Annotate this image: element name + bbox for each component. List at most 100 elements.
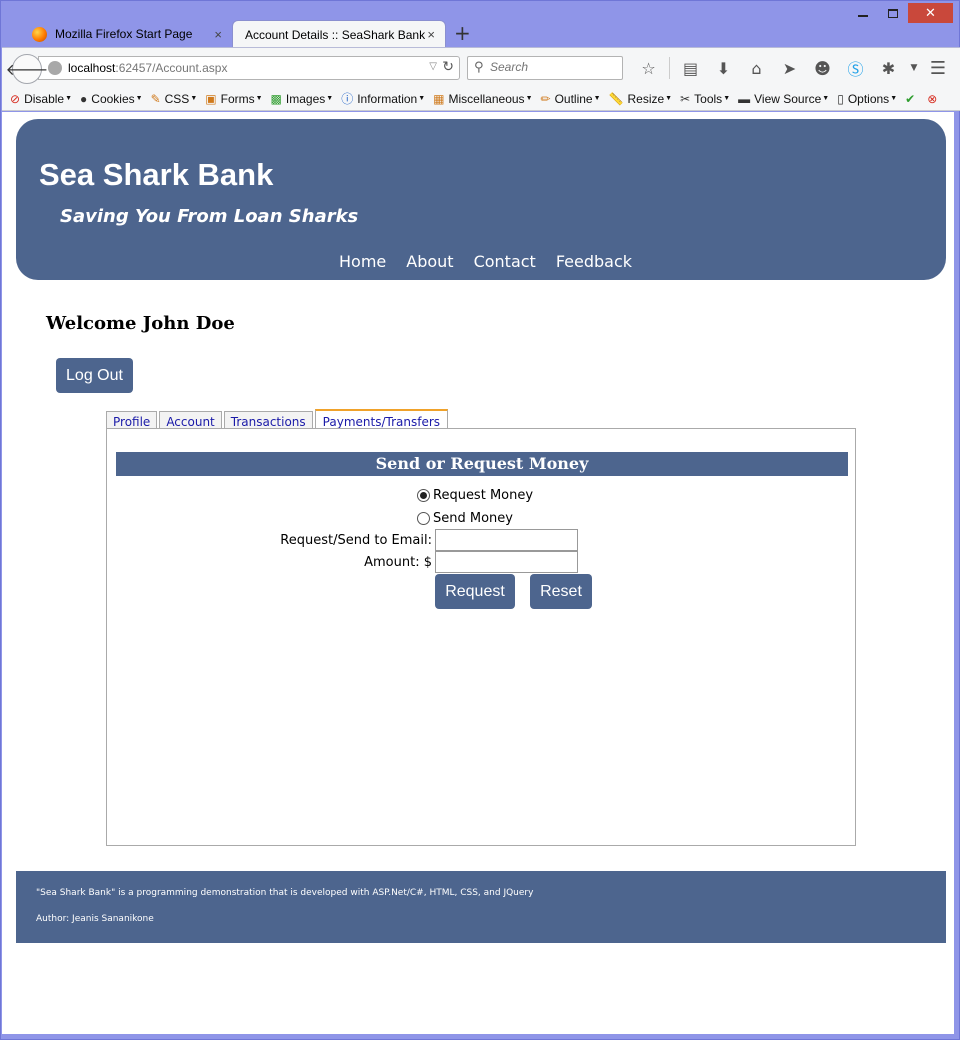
caret-icon: ▼ xyxy=(255,95,263,102)
caret-icon: ▼ xyxy=(326,95,334,102)
dev-label: Cookies xyxy=(91,91,135,106)
url-dropdown-icon[interactable]: ▽ xyxy=(429,61,437,72)
dev-miscellaneous[interactable]: ▦ Miscellaneous ▼ xyxy=(433,92,532,106)
site-nav: Home About Contact Feedback xyxy=(339,252,652,271)
dev-disable[interactable]: ⊘ Disable ▼ xyxy=(10,92,72,106)
nav-contact[interactable]: Contact xyxy=(474,252,536,271)
new-tab-button[interactable]: + xyxy=(454,22,471,44)
footer-author: Author: Jeanis Sananikone xyxy=(36,914,154,924)
tab-firefox-start[interactable]: Mozilla Firefox Start Page × xyxy=(20,20,232,48)
footer-description: "Sea Shark Bank" is a programming demons… xyxy=(36,888,534,898)
dev-forms[interactable]: ▣ Forms ▼ xyxy=(205,92,262,106)
errors-icon[interactable]: ⊗ xyxy=(927,92,941,106)
toolbar-icons: ☆ ▤ ⬇ ⌂ ➤ ☻ Ⓢ ✱ ▼ xyxy=(632,56,923,80)
hello-chat-icon[interactable]: ☻ xyxy=(806,59,839,78)
back-button[interactable]: 🡐 xyxy=(6,54,48,84)
send-request-heading: Send or Request Money xyxy=(116,452,848,476)
check-icon: ✔ xyxy=(905,91,916,106)
send-icon[interactable]: ➤ xyxy=(773,59,806,78)
dev-options[interactable]: ▯ Options ▼ xyxy=(837,92,897,106)
firefox-icon xyxy=(32,26,47,42)
site-tagline: Saving You From Loan Sharks xyxy=(60,206,359,227)
dev-label: Options xyxy=(847,91,890,106)
amount-field[interactable] xyxy=(435,551,578,573)
bookmark-star-icon[interactable]: ☆ xyxy=(632,59,665,78)
caret-icon: ▼ xyxy=(135,95,143,102)
overflow-dropdown-icon[interactable]: ▼ xyxy=(905,63,923,73)
caret-icon: ▼ xyxy=(890,95,898,102)
close-tab-icon[interactable]: × xyxy=(214,27,222,42)
browser-window: ✕ Mozilla Firefox Start Page × Account D… xyxy=(0,0,960,1040)
dev-view-source[interactable]: ▬ View Source ▼ xyxy=(738,92,829,106)
dev-outline[interactable]: ✏ Outline ▼ xyxy=(541,92,601,106)
caret-icon: ▼ xyxy=(190,95,198,102)
nav-about[interactable]: About xyxy=(406,252,453,271)
site-title: Sea Shark Bank xyxy=(39,157,274,192)
search-bar[interactable]: ⚲ xyxy=(467,56,623,80)
forms-clipboard-icon: ▣ xyxy=(205,91,217,106)
email-label: Request/Send to Email: xyxy=(280,533,432,548)
options-icon: ▯ xyxy=(837,91,844,106)
request-money-label: Request Money xyxy=(433,488,534,503)
caret-icon: ▼ xyxy=(665,95,673,102)
dev-css[interactable]: ✎ CSS ▼ xyxy=(151,92,198,106)
site-footer: "Sea Shark Bank" is a programming demons… xyxy=(16,871,946,943)
dev-information[interactable]: ⓘ Information ▼ xyxy=(341,90,425,107)
cookies-icon: ● xyxy=(80,91,88,106)
email-field[interactable] xyxy=(435,529,578,551)
url-bar[interactable]: localhost:62457/Account.aspx ▽ ↻ xyxy=(38,56,460,80)
search-input[interactable] xyxy=(490,60,618,74)
dev-label: Outline xyxy=(554,91,593,106)
toolbar-separator xyxy=(669,57,670,79)
dev-resize[interactable]: 📏 Resize ▼ xyxy=(609,92,673,106)
dev-label: Miscellaneous xyxy=(448,91,525,106)
request-money-option[interactable]: Request Money xyxy=(417,488,533,503)
error-icon: ⊗ xyxy=(927,91,938,106)
skype-icon[interactable]: Ⓢ xyxy=(839,56,872,80)
view-source-icon: ▬ xyxy=(738,91,751,106)
disable-icon: ⊘ xyxy=(10,91,21,106)
hamburger-menu-icon[interactable]: ☰ xyxy=(930,58,946,79)
bookmarks-list-icon[interactable]: ▤ xyxy=(674,59,707,78)
download-icon[interactable]: ⬇ xyxy=(707,59,740,78)
images-icon: ▩ xyxy=(270,91,282,106)
home-icon[interactable]: ⌂ xyxy=(740,59,773,78)
outline-pencil-icon: ✏ xyxy=(540,91,551,106)
dev-tools[interactable]: ✂ Tools ▼ xyxy=(680,92,730,106)
logout-button[interactable]: Log Out xyxy=(56,358,133,393)
close-tab-icon[interactable]: × xyxy=(427,27,435,42)
tab-strip: Mozilla Firefox Start Page × Account Det… xyxy=(2,18,960,48)
caret-icon: ▼ xyxy=(593,95,601,102)
navigation-bar: localhost:62457/Account.aspx ▽ ↻ 🡐 ⚲ ☆ ▤… xyxy=(2,47,960,87)
nav-home[interactable]: Home xyxy=(339,252,386,271)
tab-title: Account Details :: SeaShark Bank xyxy=(245,27,426,42)
request-button[interactable]: Request xyxy=(435,574,515,609)
caret-icon: ▼ xyxy=(822,95,830,102)
request-money-radio[interactable] xyxy=(417,489,430,502)
dev-cookies[interactable]: ● Cookies ▼ xyxy=(80,92,143,106)
url-text[interactable]: localhost:62457/Account.aspx xyxy=(68,61,227,75)
validate-check-icon[interactable]: ✔ xyxy=(905,92,919,106)
payments-panel: Send or Request Money Request Money Send… xyxy=(106,428,856,846)
dev-label: Forms xyxy=(220,91,255,106)
send-money-option[interactable]: Send Money xyxy=(417,511,513,526)
dev-label: Disable xyxy=(24,91,65,106)
reset-button[interactable]: Reset xyxy=(530,574,592,609)
nav-feedback[interactable]: Feedback xyxy=(556,252,632,271)
tab-title: Mozilla Firefox Start Page xyxy=(55,27,193,41)
information-icon: ⓘ xyxy=(341,92,354,106)
url-host: localhost xyxy=(68,61,116,75)
caret-icon: ▼ xyxy=(525,95,533,102)
dev-images[interactable]: ▩ Images ▼ xyxy=(271,92,334,106)
web-developer-toolbar: ⊘ Disable ▼ ● Cookies ▼ ✎ CSS ▼ ▣ Forms ▼ ▩ Image… xyxy=(2,87,960,111)
send-money-radio[interactable] xyxy=(417,512,430,525)
dev-label: Tools xyxy=(694,91,723,106)
tab-account-details[interactable]: Account Details :: SeaShark Bank × xyxy=(232,20,446,48)
dev-label: CSS xyxy=(164,91,190,106)
reload-icon[interactable]: ↻ xyxy=(442,59,454,75)
welcome-heading: Welcome John Doe xyxy=(46,313,235,334)
dev-label: Images xyxy=(285,91,326,106)
page-content: Sea Shark Bank Saving You From Loan Shar… xyxy=(2,112,954,1034)
firebug-icon[interactable]: ✱ xyxy=(872,59,905,78)
dev-label: Resize xyxy=(627,91,665,106)
